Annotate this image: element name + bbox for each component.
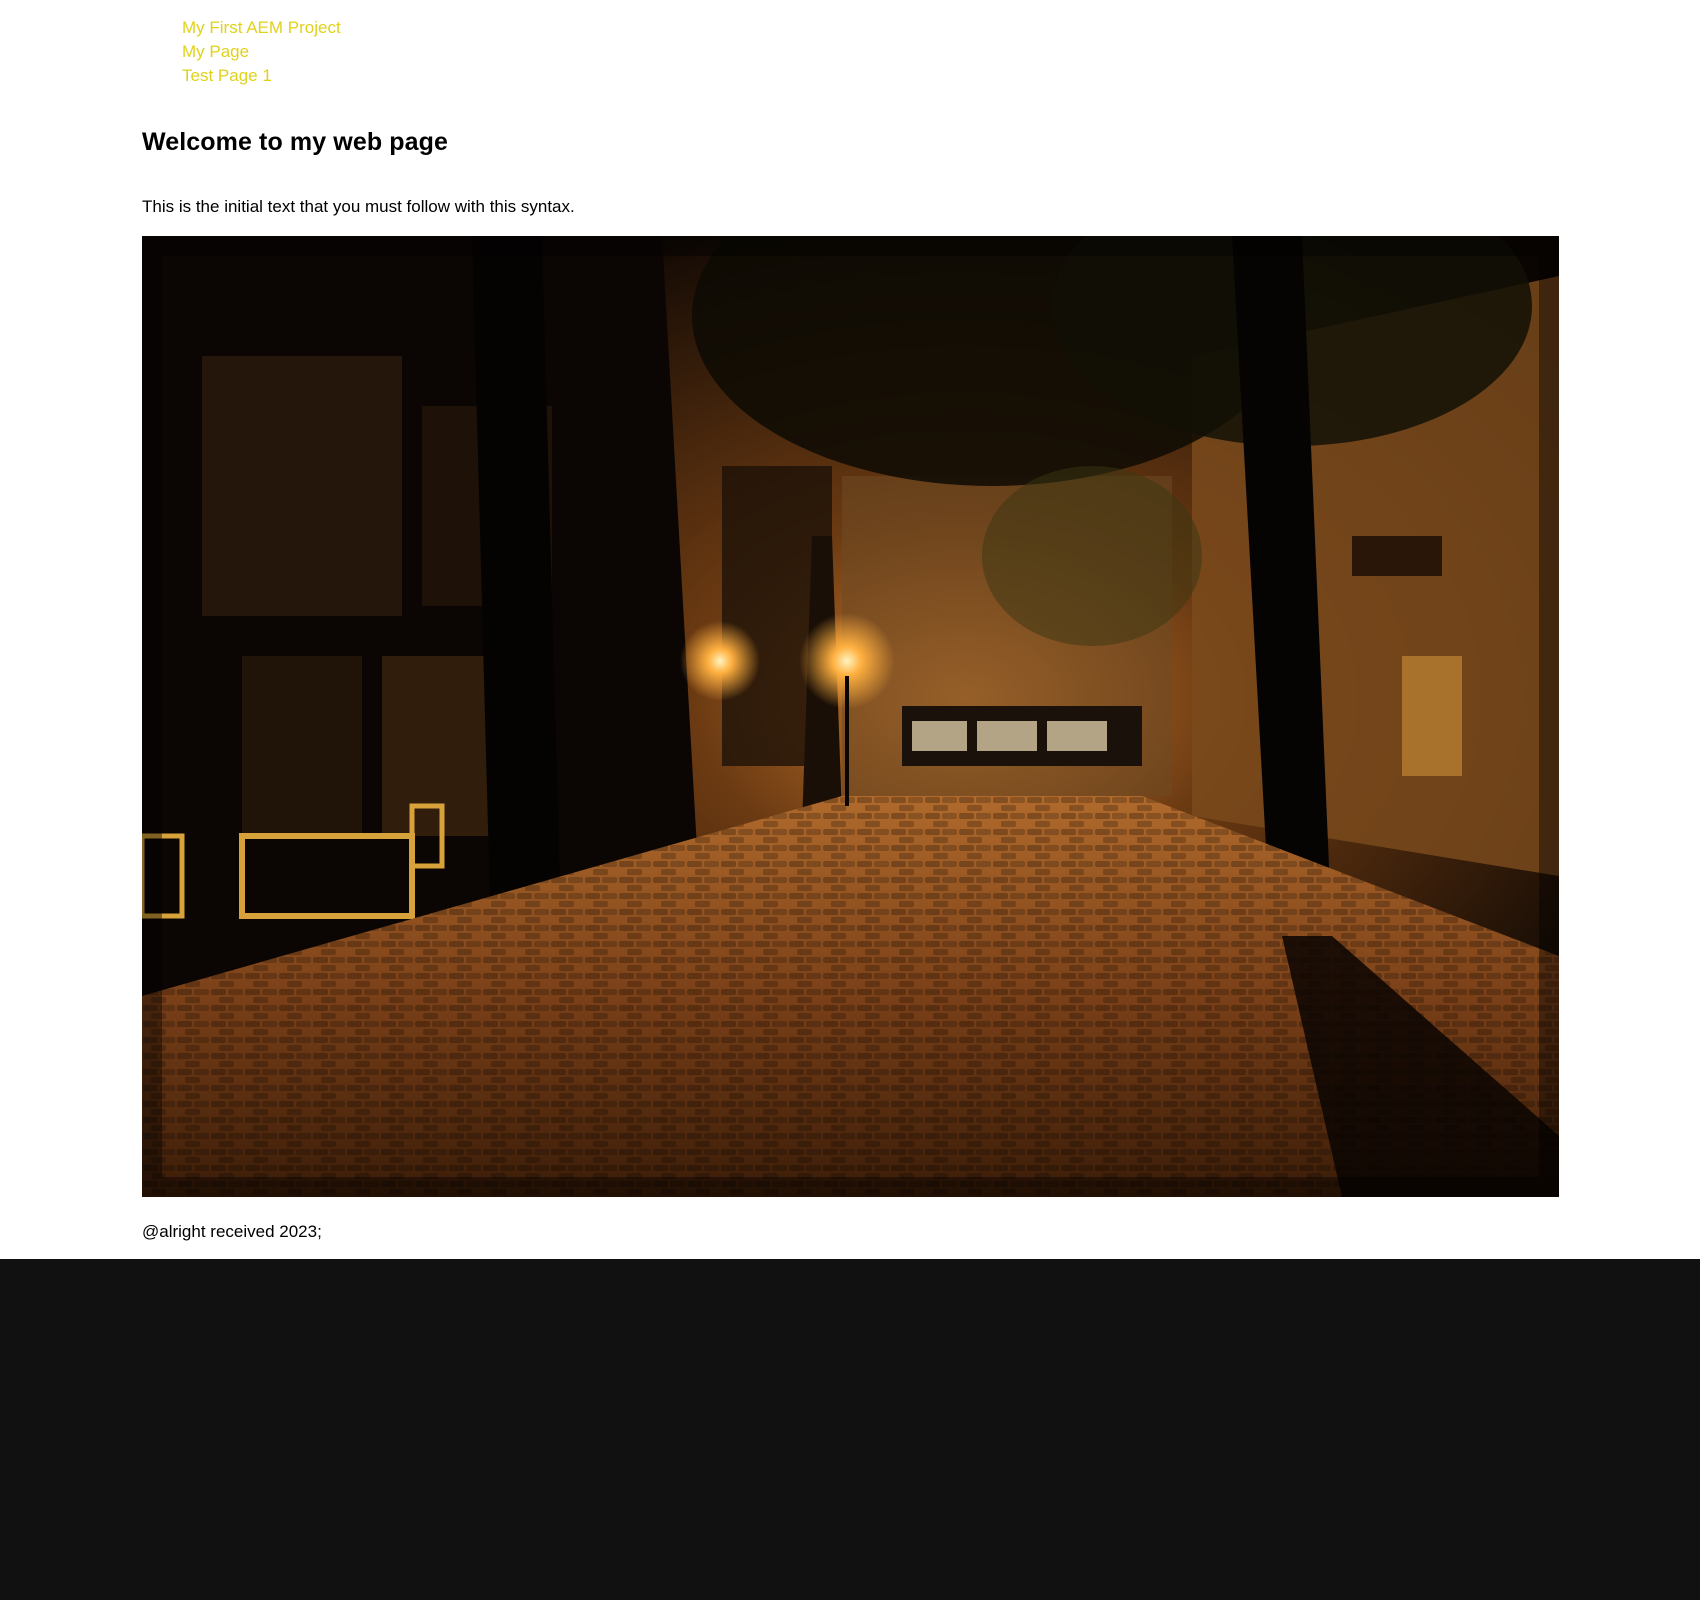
page-content: My First AEM Project My Page Test Page 1… [0,0,1700,1259]
nav-list-item: Test Page 1 [182,64,341,88]
footer-text: @alright received 2023; [142,1222,322,1241]
nav-list: My First AEM Project My Page Test Page 1 [182,16,341,88]
nav-link-test-page-1[interactable]: Test Page 1 [182,66,272,85]
intro-text: This is the initial text that you must f… [142,197,575,216]
nav-list-item: My First AEM Project [182,16,341,40]
hero-image [142,236,1559,1197]
page-title: Welcome to my web page [142,128,448,156]
nav-link-my-first-aem-project[interactable]: My First AEM Project [182,18,341,37]
nav-link-my-page[interactable]: My Page [182,42,249,61]
nav-list-item: My Page [182,40,341,64]
